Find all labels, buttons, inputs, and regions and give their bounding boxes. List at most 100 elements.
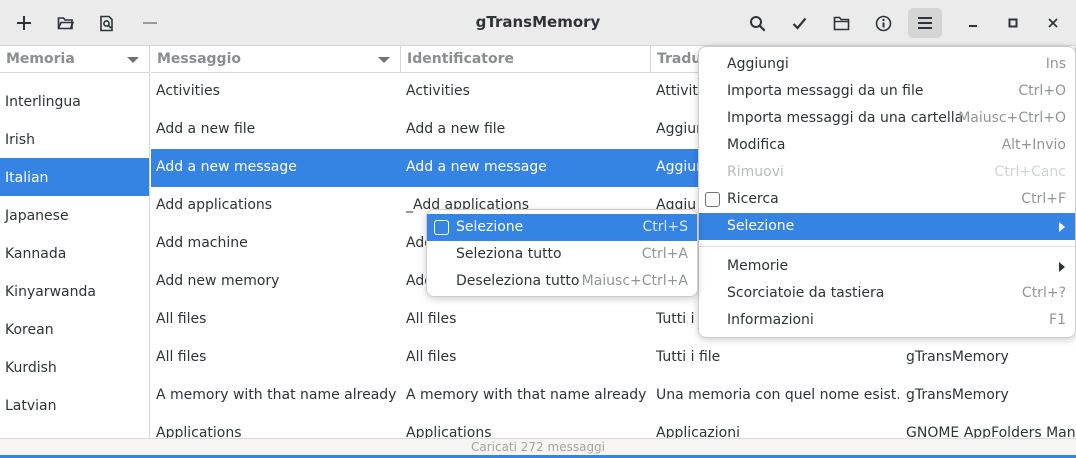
- minimize-icon: [968, 18, 978, 28]
- menu-item-accelerator: Maiusc+Ctrl+A: [581, 273, 688, 289]
- memory-name: Kinyarwanda: [5, 284, 96, 300]
- memory-cell: gTransMemory: [906, 349, 1009, 365]
- close-button[interactable]: [1036, 8, 1070, 38]
- memory-list-item[interactable]: Japanese: [0, 196, 149, 234]
- menu-item-label: Informazioni: [727, 312, 814, 328]
- menu-item-label: Importa messaggi da una cartella: [727, 110, 964, 126]
- menu-item-memorie[interactable]: Memorie: [699, 253, 1075, 280]
- plus-icon: [16, 15, 32, 31]
- table-row[interactable]: All files All files Tutti i file gTransMemo…: [151, 339, 1076, 377]
- submenu-arrow-icon: [1059, 262, 1065, 272]
- document-search-icon: [99, 15, 115, 32]
- memory-list-item[interactable]: Kurdish: [0, 348, 149, 386]
- message-cell: Add machine: [156, 235, 248, 251]
- memory-cell: GNOME AppFolders Mana: [906, 425, 1076, 438]
- memory-list-item[interactable]: Latvian: [0, 386, 149, 424]
- identifier-cell: Add a new message: [406, 159, 547, 175]
- maximize-button[interactable]: [996, 8, 1030, 38]
- memory-name: Japanese: [5, 208, 69, 224]
- menu-item-modifica[interactable]: Modifica Alt+Invio: [699, 132, 1075, 159]
- search-icon: [749, 15, 766, 32]
- menu-item-accelerator: Alt+Invio: [1001, 137, 1066, 153]
- open-folder-icon: [57, 15, 74, 31]
- search-memory-button[interactable]: [90, 8, 124, 38]
- select-mode-button[interactable]: [782, 8, 816, 38]
- memory-list-item[interactable]: Kinyarwanda: [0, 272, 149, 310]
- menu-item-accelerator: Ctrl+?: [1021, 285, 1066, 301]
- table-row[interactable]: A memory with that name already … A memor…: [151, 377, 1076, 415]
- checkbox-icon[interactable]: [434, 220, 449, 235]
- menu-item-accelerator: Ins: [1045, 56, 1066, 72]
- add-button[interactable]: [7, 8, 41, 38]
- menu-item-accelerator: Ctrl+O: [1018, 83, 1066, 99]
- menu-item-label: Importa messaggi da un file: [727, 83, 924, 99]
- menu-item-importa-messaggi-da-una-cartella[interactable]: Importa messaggi da una cartella Maiusc+C…: [699, 105, 1075, 132]
- info-icon: [875, 15, 892, 32]
- close-icon: [1048, 18, 1058, 28]
- memory-list-item[interactable]: Italian: [0, 158, 149, 196]
- column-header-messaggio[interactable]: Messaggio: [151, 46, 401, 73]
- menu-item-label: Modifica: [727, 137, 786, 153]
- menu-item-accelerator: Ctrl+A: [641, 246, 688, 262]
- open-file-button[interactable]: [48, 8, 82, 38]
- minus-icon: [142, 15, 158, 31]
- menu-item-accelerator: Maiusc+Ctrl+O: [958, 110, 1066, 126]
- menu-item-selezione[interactable]: Selezione: [699, 213, 1075, 240]
- menu-item-label: Deseleziona tutto: [456, 273, 580, 289]
- search-button[interactable]: [740, 8, 774, 38]
- status-text: Caricati 272 messaggi: [470, 440, 606, 454]
- identifier-cell: Activities: [406, 83, 470, 99]
- message-cell: Add a new file: [156, 121, 256, 137]
- memory-list-item[interactable]: Korean: [0, 310, 149, 348]
- menu-separator: [699, 246, 1075, 247]
- checkbox-icon[interactable]: [705, 192, 720, 207]
- menu-item-importa-messaggi-da-un-file[interactable]: Importa messaggi da un file Ctrl+O: [699, 78, 1075, 105]
- checkmark-icon: [792, 17, 807, 30]
- menu-item-aggiungi[interactable]: Aggiungi Ins: [699, 51, 1075, 78]
- translation-cell: Applicazioni: [656, 425, 740, 438]
- header-bar: gTransMemory: [0, 0, 1076, 46]
- menu-item-label: Scorciatoie da tastiera: [727, 285, 885, 301]
- main-menu-button[interactable]: [908, 8, 942, 38]
- translation-cell: Tutti i file: [656, 349, 721, 365]
- identifier-cell: Add a new file: [406, 121, 506, 137]
- memory-name: Latvian: [5, 398, 57, 414]
- memory-list-item[interactable]: Kannada: [0, 234, 149, 272]
- menu-item-ricerca[interactable]: Ricerca Ctrl+F: [699, 186, 1075, 213]
- sort-arrow-icon: [378, 57, 390, 63]
- memory-list-item[interactable]: Interlingua: [0, 82, 149, 120]
- menu-item-label: Seleziona tutto: [456, 246, 562, 262]
- table-row[interactable]: Applications Applications Applicazioni GNOM…: [151, 415, 1076, 438]
- memory-name: Irish: [5, 132, 35, 148]
- menu-item-informazioni[interactable]: Informazioni F1: [699, 307, 1075, 334]
- memory-name: Kurdish: [5, 360, 57, 376]
- menu-item-scorciatoie-da-tastiera[interactable]: Scorciatoie da tastiera Ctrl+?: [699, 280, 1075, 307]
- minimize-button[interactable]: [956, 8, 990, 38]
- menu-item-label: Selezione: [456, 219, 524, 235]
- main-menu-popover: Aggiungi Ins Importa messaggi da un file Ct…: [698, 46, 1076, 338]
- column-header-identificatore[interactable]: Identificatore: [401, 46, 651, 73]
- menu-item-label: Aggiungi: [727, 56, 789, 72]
- identifier-cell: All files: [406, 311, 457, 327]
- import-folder-button[interactable]: [824, 8, 858, 38]
- message-cell: Applications: [156, 425, 242, 438]
- remove-button[interactable]: [133, 8, 167, 38]
- message-cell: Activities: [156, 83, 220, 99]
- submenu-item-selezione[interactable]: Selezione Ctrl+S: [427, 214, 697, 241]
- column-header-memoria[interactable]: Memoria: [0, 46, 149, 73]
- memory-list[interactable]: Memoria Interlingua Irish Italian Japanese K…: [0, 46, 150, 438]
- submenu-item-seleziona-tutto[interactable]: Seleziona tutto Ctrl+A: [427, 241, 697, 268]
- message-cell: Add new memory: [156, 273, 280, 289]
- menu-item-label: Rimuovi: [727, 164, 784, 180]
- menu-item-label: Selezione: [727, 218, 795, 234]
- menu-item-accelerator: Ctrl+S: [642, 219, 688, 235]
- info-button[interactable]: [866, 8, 900, 38]
- menu-item-accelerator: Ctrl+Canc: [994, 164, 1066, 180]
- menu-item-rimuovi[interactable]: Rimuovi Ctrl+Canc: [699, 159, 1075, 186]
- menu-item-label: Memorie: [727, 258, 789, 274]
- memory-list-item[interactable]: Irish: [0, 120, 149, 158]
- identifier-cell: Applications: [406, 425, 492, 438]
- sort-arrow-icon: [127, 57, 139, 63]
- submenu-item-deseleziona-tutto[interactable]: Deseleziona tutto Maiusc+Ctrl+A: [427, 268, 697, 295]
- memory-name: Italian: [5, 170, 49, 186]
